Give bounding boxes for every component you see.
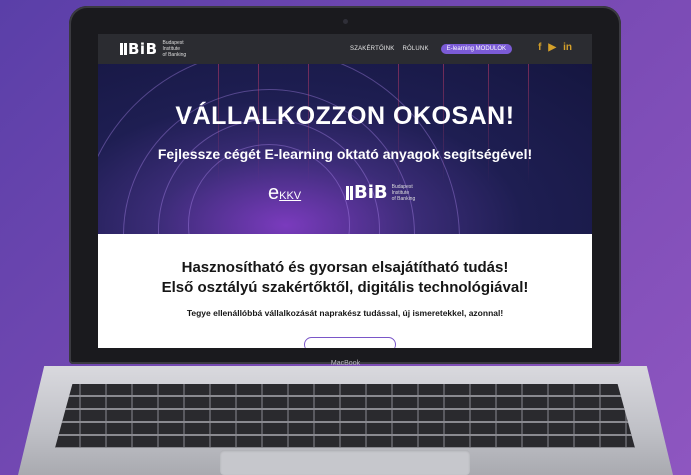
youtube-icon[interactable]: ▶: [548, 42, 556, 54]
logo-subtitle: Budapest Institute of Banking: [162, 40, 187, 58]
device-label: MacBook: [330, 360, 361, 367]
logo[interactable]: BiB Budapest Institute of Banking: [120, 40, 186, 58]
keyboard-rows: [55, 384, 635, 448]
camera: [343, 19, 348, 24]
navbar: BiB Budapest Institute of Banking SZAKÉR…: [98, 34, 592, 64]
nav-elearning-button[interactable]: E-learning MODULOK: [440, 44, 513, 54]
facebook-icon[interactable]: f: [538, 42, 541, 54]
content-heading-line2: Első osztályú szakértőktől, digitális te…: [161, 279, 529, 296]
hero-subtitle: Fejlessze cégét E-learning oktató anyago…: [157, 146, 533, 162]
linkedin-icon[interactable]: in: [563, 42, 572, 54]
cta-button[interactable]: [304, 337, 396, 348]
touchpad: [220, 450, 470, 475]
screen: BiB Budapest Institute of Banking SZAKÉR…: [98, 34, 592, 348]
ekkv-logo: eKKV: [268, 182, 302, 204]
hero-title: VÁLLALKOZZON OKOSAN!: [175, 102, 515, 130]
bib-partner-logo: BiB Budapest Institute of Banking: [346, 182, 415, 203]
logo-mark: BiB: [120, 40, 158, 58]
nav-links: SZAKÉRTŐINK RÓLUNK E-learning MODULOK: [350, 44, 513, 54]
content-tagline: Tegye ellenállóbbá vállalkozását napraké…: [186, 308, 504, 318]
content-heading-line1: Hasznosítható és gyorsan elsajátítható t…: [181, 259, 509, 276]
content-section: Hasznosítható és gyorsan elsajátítható t…: [98, 234, 592, 348]
social-links: f ▶ in: [538, 42, 572, 54]
nav-link-rolunk[interactable]: RÓLUNK: [402, 46, 428, 52]
hero-banner: VÁLLALKOZZON OKOSAN! Fejlessze cégét E-l…: [98, 64, 592, 234]
nav-link-szakertoink[interactable]: SZAKÉRTŐINK: [350, 46, 394, 52]
